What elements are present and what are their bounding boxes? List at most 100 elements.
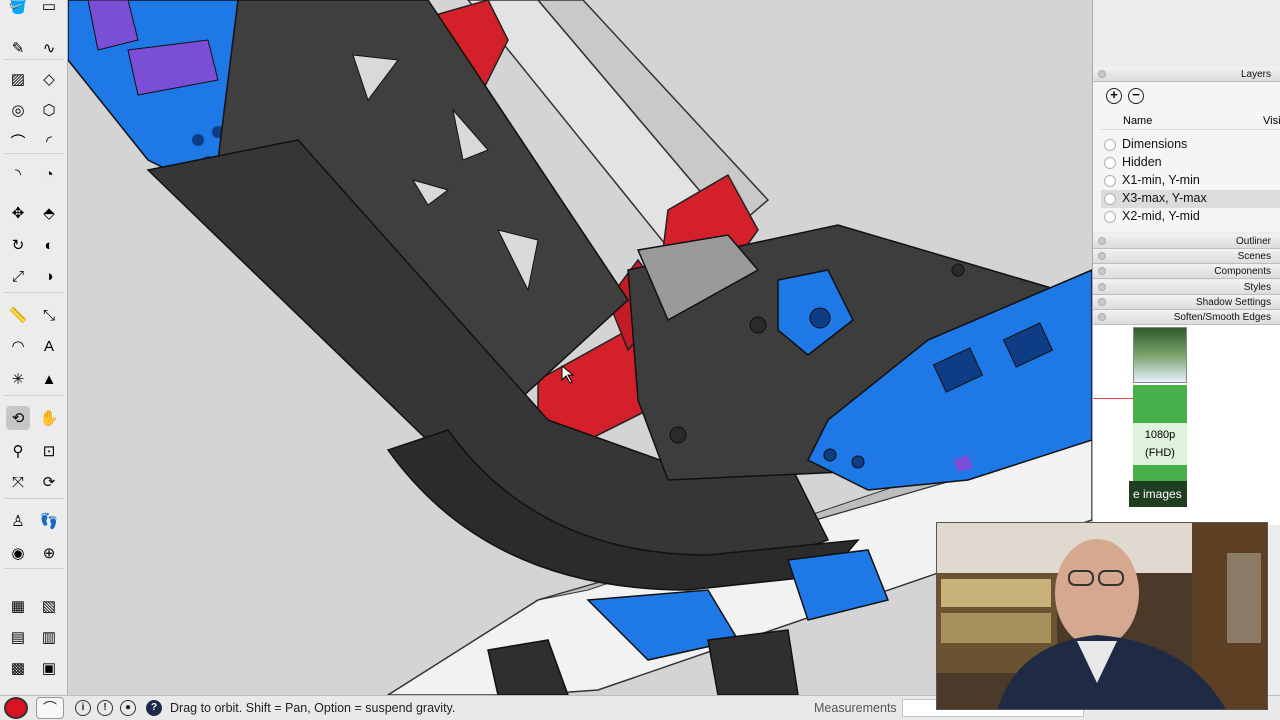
push-pull-icon[interactable]: ⬘ bbox=[37, 201, 61, 225]
extension-manager-icon[interactable]: ▣ bbox=[37, 656, 61, 680]
toolbar-separator bbox=[4, 153, 64, 154]
resolution-text-2: (FHD) bbox=[1145, 447, 1175, 459]
circle-icon[interactable]: ◎ bbox=[6, 98, 30, 122]
toolbar-separator bbox=[4, 59, 64, 60]
walk-icon[interactable]: 👣 bbox=[37, 509, 61, 533]
info-icon[interactable]: i bbox=[75, 700, 91, 716]
tray-collapse-icon[interactable] bbox=[1098, 267, 1106, 276]
layer-name: X3-max, Y-max bbox=[1122, 191, 1207, 205]
layer-name: X2-mid, Y-mid bbox=[1122, 209, 1200, 223]
section-plane-icon[interactable]: ⊕ bbox=[37, 541, 61, 565]
credits-icon[interactable]: ⌒ bbox=[36, 697, 64, 719]
toolbar-separator bbox=[4, 292, 64, 293]
measurements-label: Measurements bbox=[814, 701, 897, 715]
look-around-icon[interactable]: ◉ bbox=[6, 541, 30, 565]
tray-collapse-icon[interactable] bbox=[1098, 70, 1106, 78]
tray-title: Styles bbox=[1243, 281, 1271, 293]
extension-warehouse-icon[interactable]: ▧ bbox=[37, 594, 61, 618]
geo-location-icon[interactable] bbox=[4, 697, 28, 719]
background-browser-window: 1080p (FHD) e images bbox=[1093, 325, 1280, 525]
tape-measure-icon[interactable]: 📏 bbox=[6, 303, 30, 327]
arc-icon[interactable]: ⌒ bbox=[6, 129, 30, 153]
active-layer-radio[interactable] bbox=[1104, 157, 1116, 169]
layout-icon[interactable]: ▥ bbox=[37, 625, 61, 649]
3d-text-icon[interactable]: ▲ bbox=[37, 367, 61, 391]
resolution-label: 1080p (FHD) bbox=[1133, 423, 1187, 465]
active-layer-radio[interactable] bbox=[1104, 139, 1116, 151]
tray-header-soften-smooth-edges[interactable]: Soften/Smooth Edges bbox=[1093, 310, 1280, 325]
toolbar-separator bbox=[4, 395, 64, 396]
tray-collapse-icon[interactable] bbox=[1098, 297, 1106, 306]
hint-icon[interactable]: ! bbox=[97, 700, 113, 716]
pencil-icon[interactable]: ✎ bbox=[6, 36, 30, 60]
pie-icon[interactable]: ◔ bbox=[37, 162, 61, 186]
dimension-icon[interactable]: ⤡ bbox=[37, 303, 61, 327]
scale-icon[interactable]: ⤢ bbox=[6, 264, 30, 288]
polygon-icon[interactable]: ⬡ bbox=[37, 98, 61, 122]
layer-row[interactable]: X2-mid, Y-mid bbox=[1101, 208, 1280, 226]
tray-header-scenes[interactable]: Scenes bbox=[1093, 249, 1280, 265]
thumbnail-image bbox=[1133, 327, 1187, 383]
resolution-text-1: 1080p bbox=[1144, 429, 1176, 441]
three-point-arc-icon[interactable]: ◝ bbox=[6, 162, 30, 186]
layer-row[interactable]: Dimensions bbox=[1101, 136, 1280, 154]
protractor-icon[interactable]: ◠ bbox=[6, 334, 30, 358]
webcam-video bbox=[937, 523, 1267, 709]
remove-layer-button[interactable]: − bbox=[1128, 88, 1144, 104]
toolbar-separator bbox=[4, 568, 64, 569]
position-camera-icon[interactable]: ♙ bbox=[6, 509, 30, 533]
rectangle-icon[interactable]: ▨ bbox=[6, 67, 30, 91]
rotated-rectangle-icon[interactable]: ◇ bbox=[37, 67, 61, 91]
warehouse-icon[interactable]: ▦ bbox=[6, 594, 30, 618]
tray-header-shadow-settings[interactable]: Shadow Settings bbox=[1093, 294, 1280, 310]
layer-row[interactable]: Hidden bbox=[1101, 154, 1280, 172]
tray-title: Scenes bbox=[1237, 251, 1271, 263]
zoom-icon[interactable]: ⚲ bbox=[6, 439, 30, 463]
active-layer-radio[interactable] bbox=[1104, 193, 1116, 205]
offset-icon[interactable]: ◑ bbox=[37, 264, 61, 288]
tray-collapse-icon[interactable] bbox=[1098, 313, 1106, 321]
two-point-arc-icon[interactable]: ◜ bbox=[37, 129, 61, 153]
layer-row[interactable]: X1-min, Y-min bbox=[1101, 172, 1280, 190]
pan-icon[interactable]: ✋ bbox=[37, 406, 61, 430]
user-icon[interactable]: ● bbox=[120, 700, 136, 716]
active-layer-radio[interactable] bbox=[1104, 175, 1116, 187]
status-hint-text: Drag to orbit. Shift = Pan, Option = sus… bbox=[170, 701, 456, 715]
help-icon[interactable]: ? bbox=[146, 700, 162, 716]
tray-header-outliner[interactable]: Outliner bbox=[1093, 234, 1280, 249]
eraser-icon[interactable]: ▭ bbox=[37, 0, 61, 18]
tray-collapse-icon[interactable] bbox=[1098, 282, 1106, 291]
tray-collapse-icon[interactable] bbox=[1098, 252, 1106, 261]
layers-tray-header[interactable]: Layers bbox=[1093, 67, 1280, 82]
tray-header-components[interactable]: Components bbox=[1093, 264, 1280, 280]
active-layer-radio[interactable] bbox=[1104, 211, 1116, 223]
freehand-icon[interactable]: ∿ bbox=[37, 36, 61, 60]
text-icon[interactable]: A bbox=[37, 334, 61, 358]
paint-bucket-icon[interactable]: 🪣 bbox=[6, 0, 30, 18]
move-icon[interactable]: ✥ bbox=[6, 201, 30, 225]
orbit-icon[interactable]: ⟲ bbox=[6, 406, 30, 430]
layer-row[interactable]: X3-max, Y-max bbox=[1101, 190, 1280, 208]
column-name-label[interactable]: Name bbox=[1123, 115, 1152, 127]
zoom-window-icon[interactable]: ⊡ bbox=[37, 439, 61, 463]
zoom-extents-icon[interactable]: ⤧ bbox=[6, 470, 30, 494]
tray-title: Components bbox=[1214, 266, 1271, 278]
layer-name: X1-min, Y-min bbox=[1122, 173, 1200, 187]
rotate-icon[interactable]: ↻ bbox=[6, 233, 30, 257]
column-visible-label[interactable]: Visi bbox=[1263, 115, 1280, 127]
tools-palette: 🪣 ▭ ✎ ∿ ▨ ◇ ◎ ⬡ ⌒ ◜ ◝ ◔ ✥ ⬘ ↻ ◐ ⤢ ◑ 📏 ⤡ ◠ A ✳ ▲ ⟲ ✋ ⚲ ⊡ ⤧ ⟳ ♙ 👣 ◉ ⊕ ▦ ▧ ▤ ▥ ▩ ▣ bbox=[0, 0, 68, 720]
tray-collapse-icon[interactable] bbox=[1098, 237, 1106, 245]
images-button[interactable]: e images bbox=[1129, 481, 1187, 507]
layer-name: Hidden bbox=[1122, 155, 1162, 169]
previous-view-icon[interactable]: ⟳ bbox=[37, 470, 61, 494]
tray-title: Shadow Settings bbox=[1195, 296, 1271, 308]
layer-name: Dimensions bbox=[1122, 137, 1188, 151]
tray-header-styles[interactable]: Styles bbox=[1093, 279, 1280, 295]
axes-icon[interactable]: ✳ bbox=[6, 367, 30, 391]
send-to-layout-icon[interactable]: ▩ bbox=[6, 656, 30, 680]
add-layer-button[interactable]: + bbox=[1106, 88, 1122, 104]
follow-me-icon[interactable]: ◐ bbox=[37, 233, 61, 257]
share-model-icon[interactable]: ▤ bbox=[6, 625, 30, 649]
tray-title: Outliner bbox=[1235, 236, 1271, 247]
presenter-webcam bbox=[936, 522, 1268, 710]
